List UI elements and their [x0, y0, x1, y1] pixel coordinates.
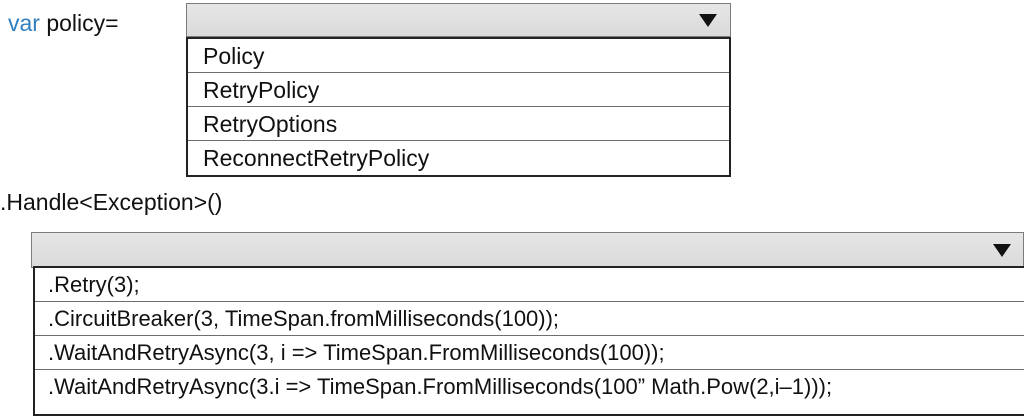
option-retry[interactable]: .Retry(3); [35, 268, 1024, 302]
code-line-handle-exception: .Handle<Exception>() [0, 189, 223, 215]
option-policy[interactable]: Policy [188, 39, 729, 73]
policy-assignment-text: policy= [39, 10, 119, 36]
code-line-policy-declaration: var policy= [8, 9, 119, 37]
triangle-down-icon[interactable] [692, 4, 724, 36]
var-keyword: var [8, 10, 40, 36]
option-circuitbreaker[interactable]: .CircuitBreaker(3, TimeSpan.fromMillisec… [35, 302, 1024, 336]
option-retryoptions[interactable]: RetryOptions [188, 107, 729, 141]
policy-type-options-list: Policy RetryPolicy RetryOptions Reconnec… [186, 37, 731, 177]
option-retrypolicy[interactable]: RetryPolicy [188, 73, 729, 107]
option-waitandretryasync-exponential[interactable]: .WaitAndRetryAsync(3.i => TimeSpan.FromM… [35, 370, 1024, 404]
policy-type-dropdown[interactable] [186, 3, 731, 37]
option-waitandretryasync-fixed[interactable]: .WaitAndRetryAsync(3, i => TimeSpan.From… [35, 336, 1024, 370]
option-reconnectretrypolicy[interactable]: ReconnectRetryPolicy [188, 141, 729, 175]
triangle-down-icon[interactable] [985, 233, 1019, 267]
policy-method-options-list: .Retry(3); .CircuitBreaker(3, TimeSpan.f… [33, 266, 1024, 416]
policy-method-dropdown[interactable] [31, 232, 1024, 268]
